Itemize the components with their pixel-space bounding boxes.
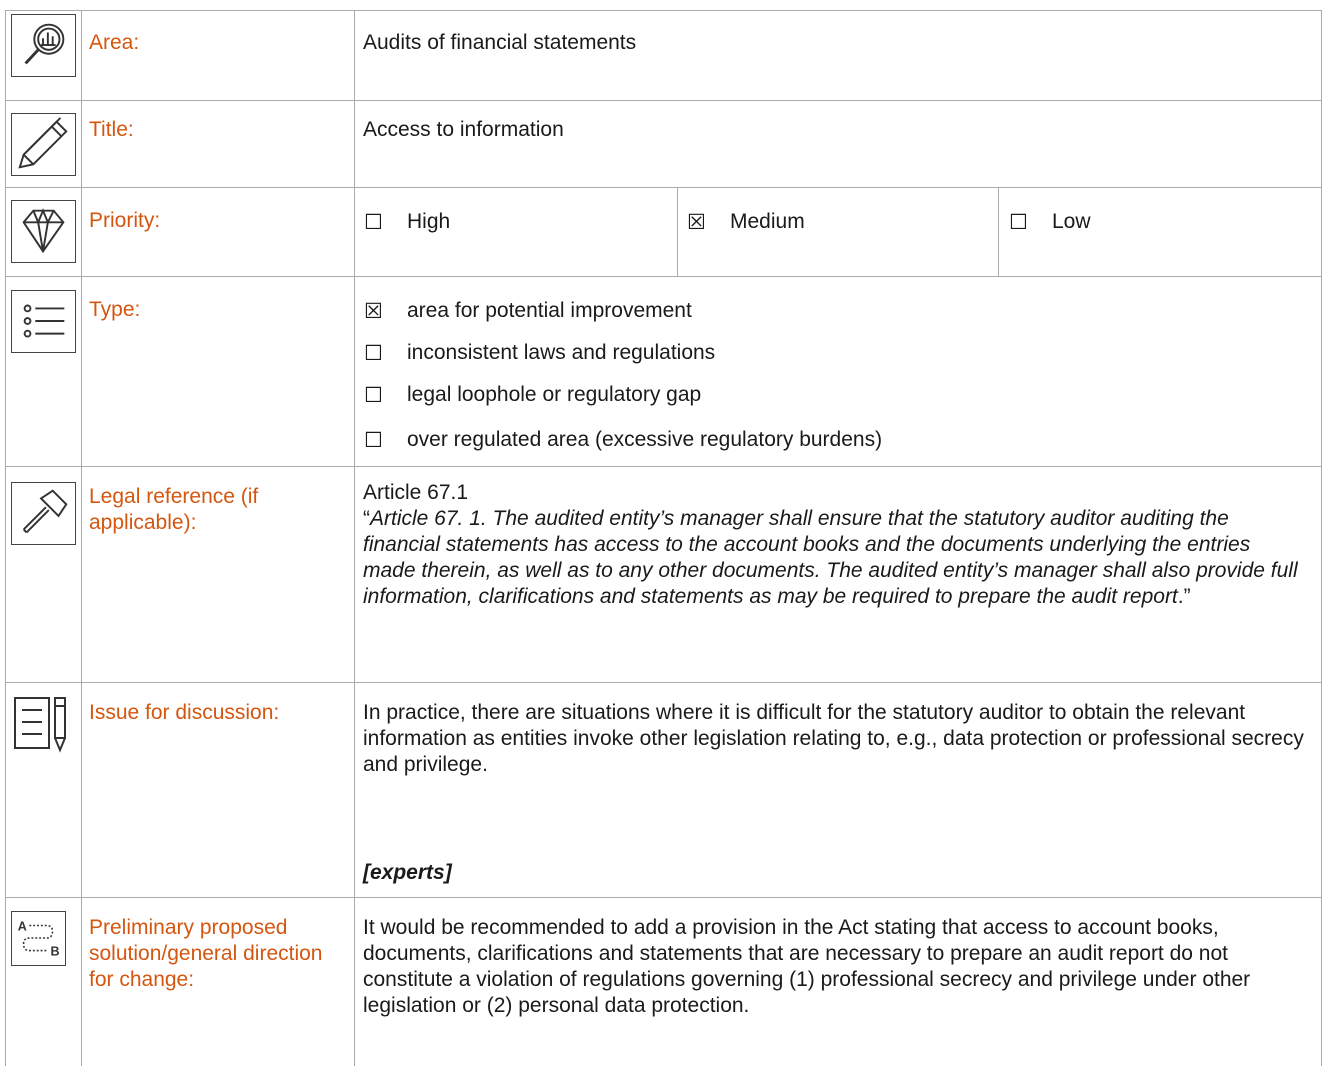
type-option-checkbox[interactable]: ☐ <box>364 340 383 366</box>
type-option-text: over regulated area (excessive regulator… <box>407 428 883 451</box>
area-value: Audits of financial statements <box>363 31 637 54</box>
column-divider <box>5 10 6 1066</box>
column-divider <box>998 187 999 276</box>
title-label: Title: <box>89 118 134 141</box>
priority-low-checkbox[interactable]: ☐ <box>1009 209 1028 235</box>
column-divider <box>354 10 355 1066</box>
column-divider <box>81 10 82 1066</box>
svg-text:B: B <box>51 944 60 958</box>
priority-low-text: Low <box>1052 210 1091 233</box>
type-label: Type: <box>89 298 141 321</box>
legal-quote: “Article 67. 1. The audited entity’s man… <box>363 506 1308 610</box>
notepad-pen-icon <box>11 692 76 755</box>
type-option-checkbox[interactable]: ☐ <box>364 382 383 408</box>
issue-experts-note: [experts] <box>363 861 452 884</box>
title-value: Access to information <box>363 118 564 141</box>
row-divider <box>5 276 1322 277</box>
list-icon <box>11 290 76 353</box>
priority-high-text: High <box>407 210 451 233</box>
area-label: Area: <box>89 31 140 54</box>
quote-body: Article 67. 1. The audited entity’s mana… <box>363 507 1298 608</box>
magnifier-chart-icon <box>11 14 76 77</box>
type-option-text: inconsistent laws and regulations <box>407 341 716 364</box>
quote-close-mark: .” <box>1177 585 1191 608</box>
svg-text:A: A <box>18 919 27 933</box>
solution-label: Preliminary proposed solution/general di… <box>89 916 323 991</box>
issue-label: Issue for discussion: <box>89 701 280 724</box>
priority-high-checkbox[interactable]: ☐ <box>364 209 383 235</box>
route-a-b-icon: A B <box>11 911 66 966</box>
row-divider <box>5 466 1322 467</box>
priority-medium-checkbox[interactable]: ☒ <box>687 209 706 235</box>
solution-text: It would be recommended to add a provisi… <box>363 916 1251 1017</box>
row-divider <box>5 187 1322 188</box>
priority-medium-text: Medium <box>730 210 805 233</box>
quote-open-mark: “ <box>363 507 370 530</box>
legal-article: Article 67.1 <box>363 481 469 504</box>
gavel-icon <box>11 482 76 545</box>
type-option-checkbox[interactable]: ☒ <box>364 298 383 324</box>
row-divider <box>5 10 1322 11</box>
priority-label: Priority: <box>89 209 161 232</box>
row-divider <box>5 100 1322 101</box>
pencil-icon <box>11 113 76 176</box>
diamond-icon <box>11 200 76 263</box>
type-option-text: area for potential improvement <box>407 299 692 322</box>
column-divider <box>677 187 678 276</box>
row-divider <box>5 897 1322 898</box>
type-option-text: legal loophole or regulatory gap <box>407 383 702 406</box>
row-divider <box>5 682 1322 683</box>
type-option-checkbox[interactable]: ☐ <box>364 427 383 453</box>
legal-reference-label: Legal reference (if applicable): <box>89 485 259 534</box>
issue-text: In practice, there are situations where … <box>363 701 1304 776</box>
